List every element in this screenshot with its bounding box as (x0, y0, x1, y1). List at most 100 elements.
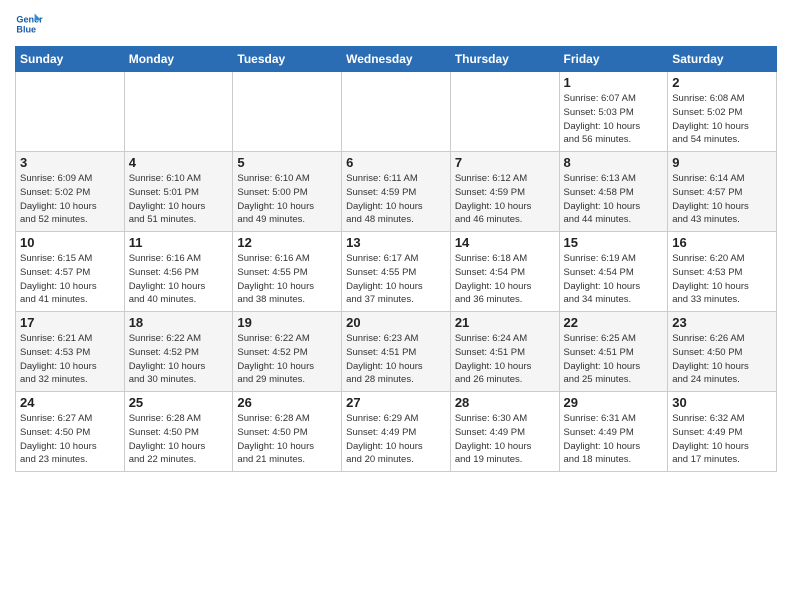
day-info: Sunrise: 6:17 AM Sunset: 4:55 PM Dayligh… (346, 252, 446, 307)
calendar-table: SundayMondayTuesdayWednesdayThursdayFrid… (15, 46, 777, 472)
day-number: 8 (564, 155, 664, 170)
calendar-row-2: 10 Sunrise: 6:15 AM Sunset: 4:57 PM Dayli… (16, 232, 777, 312)
calendar-cell: 29 Sunrise: 6:31 AM Sunset: 4:49 PM Dayli… (559, 392, 668, 472)
day-info: Sunrise: 6:31 AM Sunset: 4:49 PM Dayligh… (564, 412, 664, 467)
calendar-cell (16, 72, 125, 152)
day-info: Sunrise: 6:10 AM Sunset: 5:00 PM Dayligh… (237, 172, 337, 227)
day-number: 29 (564, 395, 664, 410)
day-info: Sunrise: 6:22 AM Sunset: 4:52 PM Dayligh… (129, 332, 229, 387)
calendar-cell: 22 Sunrise: 6:25 AM Sunset: 4:51 PM Dayli… (559, 312, 668, 392)
day-number: 26 (237, 395, 337, 410)
day-number: 24 (20, 395, 120, 410)
calendar-cell: 12Sunrise: 6:16 AM Sunset: 4:55 PM Dayli… (233, 232, 342, 312)
calendar-cell: 1 Sunrise: 6:07 AM Sunset: 5:03 PM Daylig… (559, 72, 668, 152)
calendar-cell: 5 Sunrise: 6:10 AM Sunset: 5:00 PM Daylig… (233, 152, 342, 232)
calendar-cell: 17Sunrise: 6:21 AM Sunset: 4:53 PM Dayli… (16, 312, 125, 392)
logo: General Blue (15, 10, 43, 38)
day-number: 13 (346, 235, 446, 250)
day-number: 2 (672, 75, 772, 90)
calendar-cell: 13 Sunrise: 6:17 AM Sunset: 4:55 PM Dayli… (342, 232, 451, 312)
calendar-cell: 9 Sunrise: 6:14 AM Sunset: 4:57 PM Daylig… (668, 152, 777, 232)
day-info: Sunrise: 6:32 AM Sunset: 4:49 PM Dayligh… (672, 412, 772, 467)
day-info: Sunrise: 6:21 AM Sunset: 4:53 PM Dayligh… (20, 332, 120, 387)
calendar-cell: 11 Sunrise: 6:16 AM Sunset: 4:56 PM Dayli… (124, 232, 233, 312)
weekday-header-sunday: Sunday (16, 47, 125, 72)
day-info: Sunrise: 6:13 AM Sunset: 4:58 PM Dayligh… (564, 172, 664, 227)
day-number: 28 (455, 395, 555, 410)
day-info: Sunrise: 6:22 AM Sunset: 4:52 PM Dayligh… (237, 332, 337, 387)
logo-icon: General Blue (15, 10, 43, 38)
calendar-cell: 7Sunrise: 6:12 AM Sunset: 4:59 PM Daylig… (450, 152, 559, 232)
day-number: 6 (346, 155, 446, 170)
calendar-cell: 25Sunrise: 6:28 AM Sunset: 4:50 PM Dayli… (124, 392, 233, 472)
day-number: 22 (564, 315, 664, 330)
calendar-row-1: 3 Sunrise: 6:09 AM Sunset: 5:02 PM Daylig… (16, 152, 777, 232)
day-info: Sunrise: 6:23 AM Sunset: 4:51 PM Dayligh… (346, 332, 446, 387)
calendar-cell: 21 Sunrise: 6:24 AM Sunset: 4:51 PM Dayli… (450, 312, 559, 392)
day-number: 21 (455, 315, 555, 330)
day-number: 5 (237, 155, 337, 170)
calendar-cell: 10 Sunrise: 6:15 AM Sunset: 4:57 PM Dayli… (16, 232, 125, 312)
calendar-cell: 6Sunrise: 6:11 AM Sunset: 4:59 PM Daylig… (342, 152, 451, 232)
day-number: 14 (455, 235, 555, 250)
page-container: General Blue SundayMondayTuesdayWednesda… (0, 0, 792, 477)
calendar-row-4: 24 Sunrise: 6:27 AM Sunset: 4:50 PM Dayli… (16, 392, 777, 472)
day-number: 10 (20, 235, 120, 250)
calendar-cell (233, 72, 342, 152)
calendar-cell: 16 Sunrise: 6:20 AM Sunset: 4:53 PM Dayli… (668, 232, 777, 312)
day-number: 3 (20, 155, 120, 170)
calendar-row-0: 1 Sunrise: 6:07 AM Sunset: 5:03 PM Daylig… (16, 72, 777, 152)
day-info: Sunrise: 6:25 AM Sunset: 4:51 PM Dayligh… (564, 332, 664, 387)
day-number: 15 (564, 235, 664, 250)
day-number: 16 (672, 235, 772, 250)
day-info: Sunrise: 6:26 AM Sunset: 4:50 PM Dayligh… (672, 332, 772, 387)
calendar-cell: 3 Sunrise: 6:09 AM Sunset: 5:02 PM Daylig… (16, 152, 125, 232)
day-info: Sunrise: 6:20 AM Sunset: 4:53 PM Dayligh… (672, 252, 772, 307)
calendar-cell: 14 Sunrise: 6:18 AM Sunset: 4:54 PM Dayli… (450, 232, 559, 312)
day-info: Sunrise: 6:16 AM Sunset: 4:56 PM Dayligh… (129, 252, 229, 307)
day-number: 9 (672, 155, 772, 170)
calendar-cell: 28 Sunrise: 6:30 AM Sunset: 4:49 PM Dayli… (450, 392, 559, 472)
day-number: 11 (129, 235, 229, 250)
day-info: Sunrise: 6:30 AM Sunset: 4:49 PM Dayligh… (455, 412, 555, 467)
day-number: 23 (672, 315, 772, 330)
header: General Blue (15, 10, 777, 38)
svg-text:Blue: Blue (16, 24, 36, 34)
day-number: 20 (346, 315, 446, 330)
day-info: Sunrise: 6:10 AM Sunset: 5:01 PM Dayligh… (129, 172, 229, 227)
day-info: Sunrise: 6:28 AM Sunset: 4:50 PM Dayligh… (237, 412, 337, 467)
calendar-cell: 26 Sunrise: 6:28 AM Sunset: 4:50 PM Dayli… (233, 392, 342, 472)
calendar-cell: 15Sunrise: 6:19 AM Sunset: 4:54 PM Dayli… (559, 232, 668, 312)
weekday-header-friday: Friday (559, 47, 668, 72)
day-info: Sunrise: 6:12 AM Sunset: 4:59 PM Dayligh… (455, 172, 555, 227)
calendar-cell: 27Sunrise: 6:29 AM Sunset: 4:49 PM Dayli… (342, 392, 451, 472)
calendar-cell (124, 72, 233, 152)
day-info: Sunrise: 6:14 AM Sunset: 4:57 PM Dayligh… (672, 172, 772, 227)
calendar-cell (450, 72, 559, 152)
day-info: Sunrise: 6:24 AM Sunset: 4:51 PM Dayligh… (455, 332, 555, 387)
calendar-cell: 18 Sunrise: 6:22 AM Sunset: 4:52 PM Dayli… (124, 312, 233, 392)
calendar-cell: 8 Sunrise: 6:13 AM Sunset: 4:58 PM Daylig… (559, 152, 668, 232)
calendar-cell: 20 Sunrise: 6:23 AM Sunset: 4:51 PM Dayli… (342, 312, 451, 392)
weekday-header-monday: Monday (124, 47, 233, 72)
day-number: 18 (129, 315, 229, 330)
calendar-cell: 23 Sunrise: 6:26 AM Sunset: 4:50 PM Dayli… (668, 312, 777, 392)
day-number: 4 (129, 155, 229, 170)
day-info: Sunrise: 6:09 AM Sunset: 5:02 PM Dayligh… (20, 172, 120, 227)
weekday-header-row: SundayMondayTuesdayWednesdayThursdayFrid… (16, 47, 777, 72)
weekday-header-thursday: Thursday (450, 47, 559, 72)
weekday-header-saturday: Saturday (668, 47, 777, 72)
day-info: Sunrise: 6:08 AM Sunset: 5:02 PM Dayligh… (672, 92, 772, 147)
day-number: 1 (564, 75, 664, 90)
day-number: 30 (672, 395, 772, 410)
calendar-cell: 2 Sunrise: 6:08 AM Sunset: 5:02 PM Daylig… (668, 72, 777, 152)
day-info: Sunrise: 6:18 AM Sunset: 4:54 PM Dayligh… (455, 252, 555, 307)
day-number: 19 (237, 315, 337, 330)
day-info: Sunrise: 6:07 AM Sunset: 5:03 PM Dayligh… (564, 92, 664, 147)
day-info: Sunrise: 6:15 AM Sunset: 4:57 PM Dayligh… (20, 252, 120, 307)
day-info: Sunrise: 6:27 AM Sunset: 4:50 PM Dayligh… (20, 412, 120, 467)
weekday-header-tuesday: Tuesday (233, 47, 342, 72)
day-info: Sunrise: 6:16 AM Sunset: 4:55 PM Dayligh… (237, 252, 337, 307)
weekday-header-wednesday: Wednesday (342, 47, 451, 72)
day-number: 27 (346, 395, 446, 410)
